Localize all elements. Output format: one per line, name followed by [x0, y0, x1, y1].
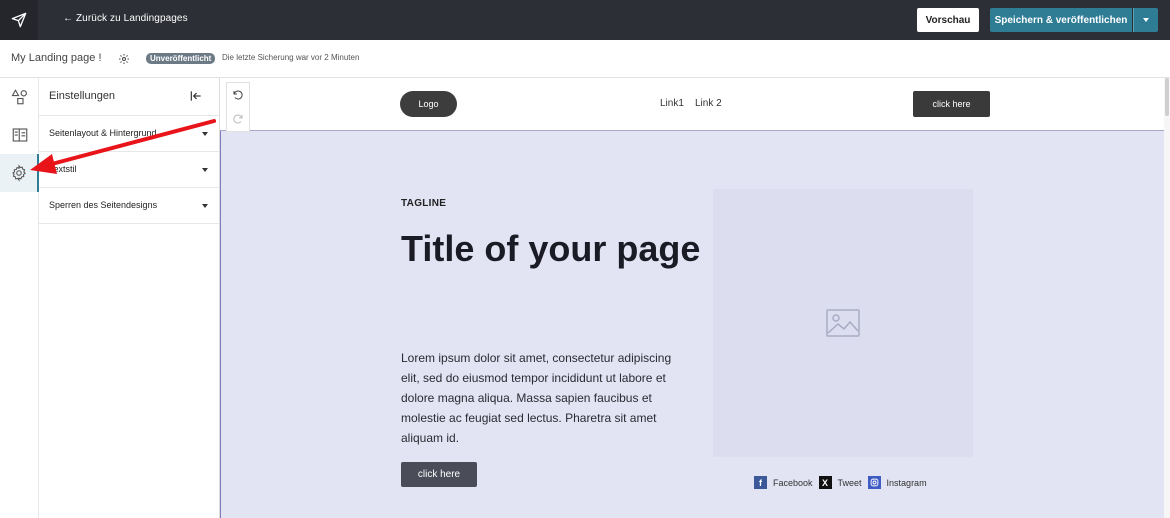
history-controls [226, 82, 250, 132]
settings-gear-icon [11, 164, 26, 182]
navbar-logo[interactable]: Logo [400, 91, 457, 117]
page-title[interactable]: My Landing page ! [11, 52, 102, 64]
social-label: Facebook [773, 477, 813, 488]
hero-section[interactable]: TAGLINE Title of your page Lorem ipsum d… [220, 131, 1165, 518]
caret-down-icon [202, 204, 208, 208]
rail-settings[interactable] [0, 154, 39, 192]
caret-down-icon [1143, 18, 1149, 22]
accordion-text-style[interactable]: Textstil [39, 152, 219, 188]
page-info-bar: My Landing page ! Unveröffentlicht Die l… [0, 40, 1170, 78]
landing-navbar[interactable]: Logo Link1 Link 2 click here [220, 78, 1165, 131]
settings-panel-header: Einstellungen [39, 78, 219, 116]
save-publish-button[interactable]: Speichern & veröffentlichen [990, 8, 1132, 32]
nav-link-1[interactable]: Link1 [660, 98, 684, 109]
social-label: Instagram [886, 477, 927, 488]
preview-button[interactable]: Vorschau [917, 8, 979, 32]
elements-icon [11, 89, 27, 105]
navbar-cta-button[interactable]: click here [913, 91, 990, 117]
top-bar: ← Zurück zu Landingpages Vorschau Speich… [0, 0, 1170, 40]
last-saved-info: Die letzte Sicherung war vor 2 Minuten [222, 53, 360, 62]
social-tweet[interactable]: X Tweet [818, 476, 862, 489]
rail-elements[interactable] [0, 78, 39, 116]
instagram-icon [867, 476, 881, 489]
image-placeholder[interactable] [713, 189, 973, 457]
status-badge: Unveröffentlicht [146, 53, 216, 64]
social-facebook[interactable]: f Facebook [754, 476, 813, 489]
x-icon: X [818, 476, 832, 489]
send-logo-icon[interactable] [0, 0, 38, 40]
accordion-lock-design[interactable]: Sperren des Seitendesigns [39, 188, 219, 224]
facebook-icon: f [754, 476, 767, 489]
redo-button[interactable] [227, 107, 249, 131]
canvas-scrollbar[interactable] [1164, 78, 1170, 518]
accordion-label: Textstil [49, 164, 77, 174]
hero-tagline[interactable]: TAGLINE [401, 198, 446, 209]
redo-icon [233, 114, 243, 124]
hero-title[interactable]: Title of your page [401, 221, 701, 277]
scrollbar-thumb[interactable] [1165, 78, 1169, 116]
settings-panel-title: Einstellungen [49, 90, 116, 102]
undo-button[interactable] [227, 83, 249, 107]
settings-panel: Einstellungen Seitenlayout & Hintergrund… [39, 78, 220, 518]
caret-down-icon [202, 132, 208, 136]
accordion-page-layout[interactable]: Seitenlayout & Hintergrund [39, 116, 219, 152]
back-to-landingpages-link[interactable]: ← Zurück zu Landingpages [63, 13, 188, 24]
caret-down-icon [202, 168, 208, 172]
image-icon [826, 309, 860, 337]
accordion-label: Sperren des Seitendesigns [49, 200, 158, 210]
hero-body-text[interactable]: Lorem ipsum dolor sit amet, consectetur … [401, 348, 691, 448]
collapse-panel-icon[interactable] [189, 89, 203, 108]
accordion-label: Seitenlayout & Hintergrund [49, 128, 157, 138]
save-options-dropdown[interactable] [1133, 8, 1158, 32]
editor-canvas: Logo Link1 Link 2 click here TAGLINE Tit… [220, 78, 1165, 518]
left-icon-rail [0, 78, 39, 518]
social-label: Tweet [837, 477, 862, 488]
hero-cta-button[interactable]: click here [401, 462, 477, 487]
social-links: f Facebook X Tweet Instagram [754, 476, 933, 489]
undo-icon [233, 90, 243, 100]
social-instagram[interactable]: Instagram [867, 476, 927, 489]
rail-layout[interactable] [0, 116, 39, 154]
nav-link-2[interactable]: Link 2 [695, 98, 722, 109]
layout-icon [12, 128, 27, 142]
page-settings-gear-icon[interactable] [118, 52, 130, 64]
